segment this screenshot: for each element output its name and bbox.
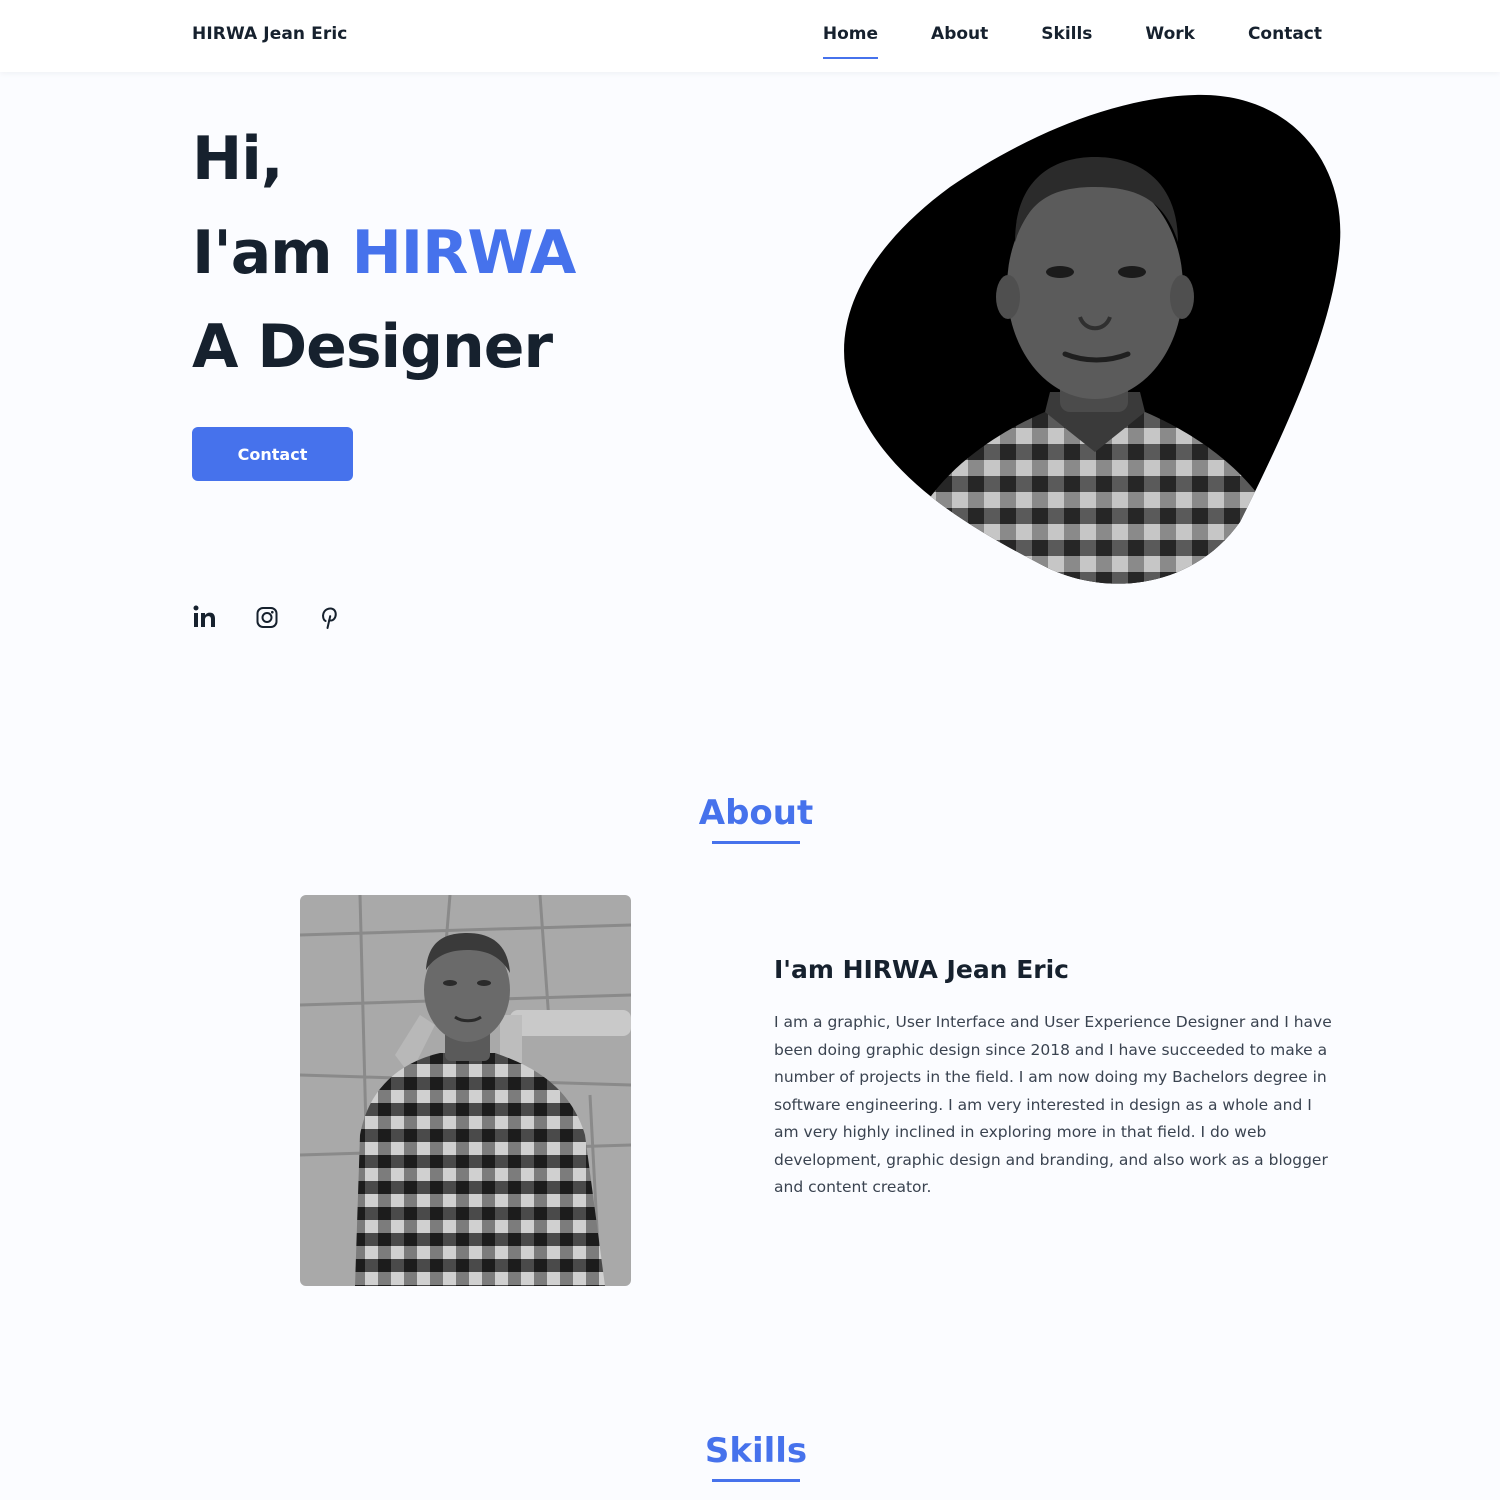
hero-role: A Designer (192, 312, 553, 382)
nav-about[interactable]: About (931, 24, 988, 44)
nav-skills[interactable]: Skills (1041, 24, 1092, 44)
social-links (192, 603, 378, 631)
contact-button[interactable]: Contact (192, 427, 353, 481)
nav-home[interactable]: Home (822, 24, 879, 59)
hero-greeting: Hi, (192, 124, 284, 194)
hero-name: HIRWA (351, 218, 577, 288)
linkedin-icon[interactable] (192, 603, 218, 631)
hero-intro-prefix: I'am (192, 218, 352, 288)
instagram-icon[interactable] (254, 603, 280, 631)
hero-intro: I'am HIRWA (192, 206, 577, 300)
skills-title-underline (712, 1479, 800, 1482)
about-section-title: About (698, 793, 814, 833)
main-nav: Home About Skills Work Contact (822, 24, 1322, 59)
about-photo (300, 895, 631, 1286)
hero-title: Hi, I'am HIRWA A Designer (192, 112, 577, 394)
site-logo[interactable]: HIRWA Jean Eric (192, 24, 347, 44)
nav-work[interactable]: Work (1145, 24, 1195, 44)
about-heading: I'am HIRWA Jean Eric (774, 955, 1069, 984)
nav-contact[interactable]: Contact (1248, 24, 1322, 44)
about-title-underline (712, 841, 800, 844)
about-description: I am a graphic, User Interface and User … (774, 1013, 1332, 1196)
pinterest-icon[interactable] (316, 603, 342, 631)
skills-section-title: Skills (704, 1431, 808, 1471)
site-header: HIRWA Jean Eric Home About Skills Work C… (0, 0, 1500, 72)
hero-portrait (844, 94, 1341, 584)
portfolio-page: HIRWA Jean Eric Home About Skills Work C… (0, 0, 1500, 1500)
